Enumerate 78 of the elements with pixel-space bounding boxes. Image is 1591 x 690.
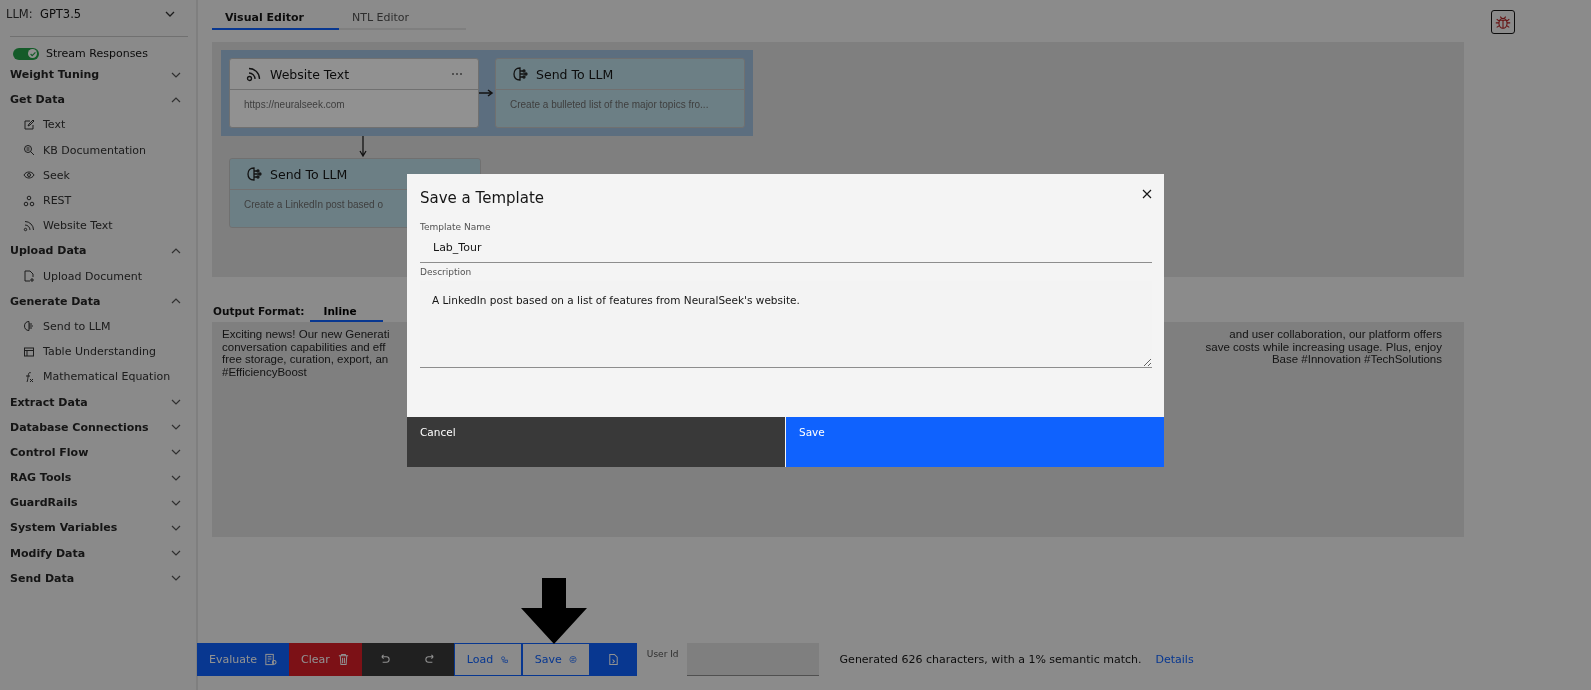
sidebar-section[interactable]: Send Data xyxy=(0,565,196,591)
rss-icon xyxy=(246,66,262,82)
flow-node[interactable]: Website Text https://neuralseek.com xyxy=(229,58,479,128)
trash-icon xyxy=(336,653,350,666)
node-description: Create a bulleted list of the major topics fro... xyxy=(510,99,709,110)
brain-icon xyxy=(512,66,528,82)
output-format-label: Output Format: xyxy=(212,305,306,319)
rss-icon xyxy=(23,219,35,232)
pencil-icon xyxy=(23,118,35,131)
export-button[interactable] xyxy=(589,643,637,676)
cancel-button[interactable]: Cancel xyxy=(407,417,785,467)
eye-icon xyxy=(23,169,35,182)
sidebar-item[interactable]: REST xyxy=(0,187,196,214)
details-link[interactable]: Details xyxy=(1155,653,1194,666)
redo-button[interactable] xyxy=(407,643,454,676)
function-icon xyxy=(23,370,35,383)
pointer-arrow-icon xyxy=(521,578,587,644)
sidebar-item[interactable]: Text xyxy=(0,112,196,138)
sidebar-item[interactable]: KB Documentation xyxy=(0,137,196,163)
sync-icon xyxy=(568,653,577,666)
output-text: Base #Innovation #TechSolutions xyxy=(1271,353,1442,366)
user-id-field[interactable] xyxy=(686,643,819,676)
sidebar-item[interactable]: Table Understanding xyxy=(0,339,196,365)
output-text: #EfficiencyBoost xyxy=(222,365,307,378)
sidebar-item[interactable]: Upload Document xyxy=(0,263,196,289)
connector-arrow xyxy=(479,88,495,98)
toggle-label: Stream Responses xyxy=(46,47,148,60)
sidebar-item[interactable]: Send to LLM xyxy=(0,313,196,340)
output-text: conversation capabilities and eff xyxy=(222,340,386,353)
node-title: Website Text xyxy=(270,66,351,82)
sidebar-section[interactable]: Generate Data xyxy=(0,288,196,314)
sidebar-section[interactable]: Upload Data xyxy=(0,238,196,264)
node-title: Send To LLM xyxy=(270,166,349,182)
user-id-label: User Id xyxy=(646,649,679,659)
output-text: save costs while increasing usage. Plus, enjoy xyxy=(1205,340,1442,353)
sidebar-item[interactable]: Mathematical Equation xyxy=(0,364,196,390)
status-text: Generated 626 characters, with a 1% semantic match. xyxy=(839,653,1142,666)
output-text: Exciting news! Our new Generati xyxy=(222,328,390,341)
shapes-icon xyxy=(500,653,509,666)
editor-tab[interactable]: NTL Editor xyxy=(339,6,466,30)
save-button[interactable]: Save xyxy=(521,643,590,676)
sidebar-section[interactable]: Extract Data xyxy=(0,389,196,415)
load-button[interactable]: Load xyxy=(453,643,522,676)
checkmark-icon xyxy=(28,49,37,58)
table-icon xyxy=(23,345,35,358)
sidebar-item[interactable]: Seek xyxy=(0,162,196,188)
sidebar-item[interactable]: Website Text xyxy=(0,213,196,239)
undo-button[interactable] xyxy=(361,643,408,676)
document-export-icon xyxy=(606,653,620,666)
sidebar-section[interactable]: Weight Tuning xyxy=(0,62,196,88)
flow-node[interactable]: Send To LLM Create a bulleted list of the major topics fro... xyxy=(495,58,745,128)
editor-tab[interactable]: Visual Editor xyxy=(212,6,339,30)
toggle-switch[interactable] xyxy=(13,47,39,60)
save-button[interactable]: Save xyxy=(786,417,1164,467)
node-description: https://neuralseek.com xyxy=(244,99,345,110)
evaluate-button[interactable]: Evaluate xyxy=(197,643,290,676)
sidebar-section[interactable]: System Variables xyxy=(0,515,196,541)
sidebar-section[interactable]: GuardRails xyxy=(0,490,196,516)
clear-button[interactable]: Clear xyxy=(289,643,362,676)
document-add-icon xyxy=(23,270,35,283)
sidebar-section[interactable]: RAG Tools xyxy=(0,465,196,491)
search-document-icon xyxy=(23,144,35,157)
output-text: and user collaboration, our platform offers xyxy=(1229,328,1442,341)
node-title: Send To LLM xyxy=(536,66,615,82)
llm-select[interactable]: LLM: GPT3.5 xyxy=(0,5,196,23)
brain-icon xyxy=(23,320,35,333)
sidebar-section[interactable]: Get Data xyxy=(0,87,196,113)
bug-icon[interactable] xyxy=(1491,10,1515,34)
node-description: Create a LinkedIn post based o xyxy=(244,199,383,210)
sidebar-section[interactable]: Modify Data xyxy=(0,540,196,566)
connector-arrow xyxy=(358,136,368,158)
sidebar-section[interactable]: Control Flow xyxy=(0,439,196,465)
network-icon xyxy=(23,194,35,207)
sidebar-section[interactable]: Database Connections xyxy=(0,414,196,440)
brain-icon xyxy=(246,166,262,182)
document-icon xyxy=(264,653,278,666)
field-label: Description xyxy=(420,267,473,277)
output-text: free storage, curation, export, an xyxy=(222,353,389,366)
